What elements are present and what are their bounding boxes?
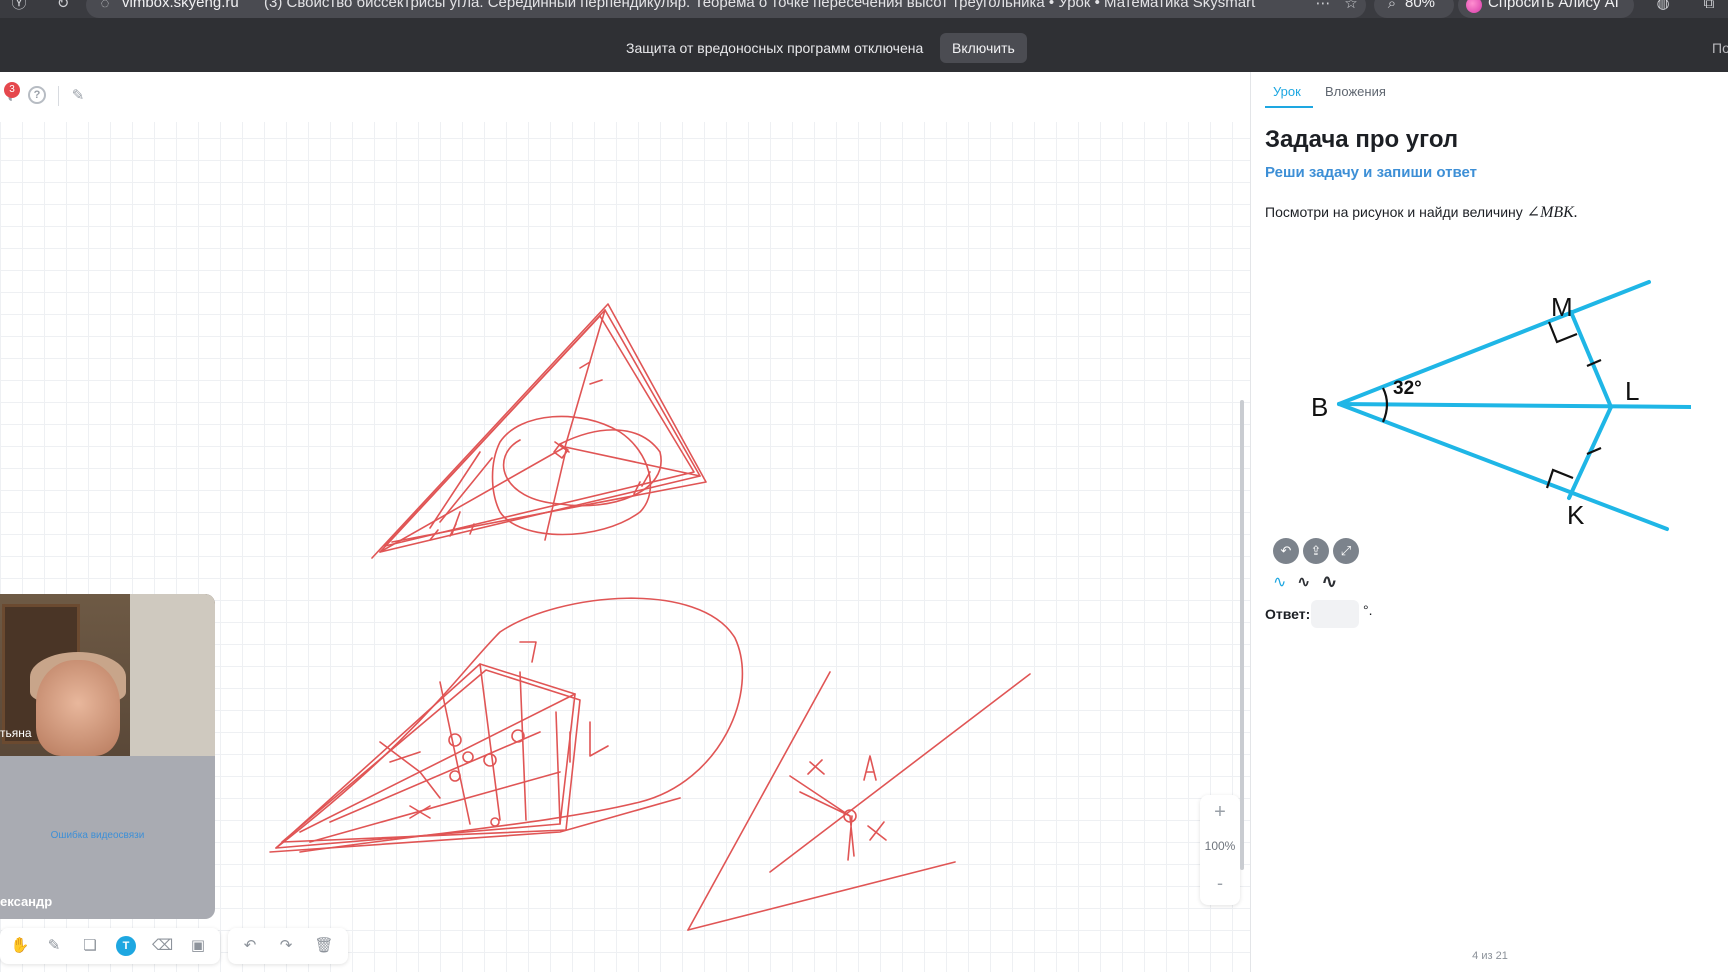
globe-icon[interactable]: ◍ bbox=[1654, 0, 1672, 13]
tab-lesson[interactable]: Урок bbox=[1273, 84, 1301, 99]
browser-top-bar: Ⓨ ↻ ◌ vimbox.skyeng.ru (3) Свойство бисс… bbox=[0, 0, 1728, 18]
zoom-out-button[interactable]: - bbox=[1200, 873, 1240, 894]
right-angle-m bbox=[1547, 321, 1578, 344]
tab-title: (3) Свойство биссектрисы угла. Серединны… bbox=[264, 0, 1256, 11]
site-shield-icon[interactable]: ◌ bbox=[96, 0, 114, 13]
stroke-medium-icon[interactable]: ∿ bbox=[1297, 572, 1310, 592]
history-group: ↶ ↷ 🗑 bbox=[228, 928, 348, 964]
angle-label: 32° bbox=[1393, 378, 1422, 399]
task-math: ∠MBK. bbox=[1526, 204, 1578, 221]
board-scrollbar[interactable] bbox=[1240, 400, 1244, 870]
image-tool-icon[interactable]: ▣ bbox=[188, 936, 208, 956]
segment-ml bbox=[1569, 310, 1613, 409]
zoom-icon: ⌕ bbox=[1387, 0, 1397, 12]
pen-tool-icon[interactable]: ✎ bbox=[44, 936, 64, 956]
bookmark-icon[interactable]: ☆ bbox=[1342, 0, 1360, 13]
zoom-level[interactable]: 80% bbox=[1405, 0, 1435, 11]
video-camera-feed bbox=[0, 594, 215, 756]
enable-protection-button[interactable]: Включить bbox=[940, 33, 1027, 63]
drawing-toolbar: ✋ ✎ ❏ T ⌫ ▣ ↶ ↷ 🗑 bbox=[0, 928, 360, 964]
tab-attachments[interactable]: Вложения bbox=[1325, 84, 1386, 99]
label-b: B bbox=[1311, 392, 1328, 422]
label-l: L bbox=[1625, 376, 1639, 406]
video-tile[interactable]: тьяна Ошибка видеосвязи ександр bbox=[0, 594, 215, 919]
video-error-text: Ошибка видеосвязи bbox=[50, 830, 145, 841]
geometry-figure: M B L K 32° bbox=[1311, 280, 1691, 531]
address-domain[interactable]: vimbox.skyeng.ru bbox=[122, 0, 239, 11]
zoom-in-button[interactable]: + bbox=[1200, 801, 1240, 824]
yandex-logo-icon[interactable]: Ⓨ bbox=[10, 0, 28, 13]
participant-face bbox=[36, 660, 120, 756]
undo-icon[interactable]: ↶ bbox=[240, 936, 260, 956]
undo-figure-icon[interactable]: ↶ bbox=[1273, 538, 1299, 564]
answer-input[interactable] bbox=[1311, 600, 1359, 628]
banner-text: Защита от вредоносных программ отключена bbox=[626, 40, 924, 56]
alice-label[interactable]: Спросить Алису AI bbox=[1488, 0, 1619, 11]
extensions-icon[interactable]: ⧉ bbox=[1700, 0, 1718, 13]
page-counter: 4 из 21 bbox=[1472, 950, 1508, 962]
redo-icon[interactable]: ↷ bbox=[276, 936, 296, 956]
label-k: K bbox=[1567, 500, 1585, 530]
eraser-tool-icon[interactable]: ⌫ bbox=[152, 936, 173, 956]
task-text-body: Посмотри на рисунок и найди величину bbox=[1265, 204, 1523, 220]
board-zoom-level: 100% bbox=[1204, 839, 1236, 853]
answer-label: Ответ: bbox=[1265, 606, 1311, 622]
task-text: Посмотри на рисунок и найди величину ∠MB… bbox=[1265, 202, 1578, 222]
drawing-triangle-1 bbox=[379, 309, 701, 553]
expand-figure-icon[interactable]: ⤢ bbox=[1333, 538, 1359, 564]
shapes-tool-icon[interactable]: ❏ bbox=[80, 936, 100, 956]
answer-unit: °. bbox=[1363, 602, 1373, 618]
label-m: M bbox=[1551, 292, 1573, 322]
stroke-thin-icon[interactable]: ∿ bbox=[1273, 572, 1286, 592]
banner-cut-text: По bbox=[1712, 40, 1728, 56]
tools-group: ✋ ✎ ❏ T ⌫ ▣ bbox=[0, 928, 220, 964]
participant-name-top: тьяна bbox=[0, 726, 32, 740]
hand-tool-icon[interactable]: ✋ bbox=[10, 936, 30, 956]
participant-name-bottom: ександр bbox=[0, 894, 53, 909]
board-zoom-control: + 100% - bbox=[1200, 795, 1240, 905]
ray-bk bbox=[1337, 402, 1669, 531]
more-icon[interactable]: ⋯ bbox=[1314, 0, 1332, 13]
task-title: Задача про угол bbox=[1265, 126, 1459, 153]
trash-icon[interactable]: 🗑 bbox=[314, 936, 334, 956]
task-subtitle: Реши задачу и запиши ответ bbox=[1265, 164, 1477, 181]
share-figure-icon[interactable]: ⇪ bbox=[1303, 538, 1329, 564]
reload-icon[interactable]: ↻ bbox=[54, 0, 72, 13]
text-tool-icon[interactable]: T bbox=[116, 936, 136, 956]
drawing-angle bbox=[687, 671, 831, 931]
stroke-thick-icon[interactable]: ∿ bbox=[1321, 569, 1338, 594]
lesson-panel: Урок Вложения Задача про угол Реши задач… bbox=[1250, 72, 1728, 972]
tab-active-underline bbox=[1265, 106, 1313, 108]
security-banner: Защита от вредоносных программ отключена… bbox=[0, 18, 1728, 72]
drawing-kite bbox=[275, 663, 576, 849]
